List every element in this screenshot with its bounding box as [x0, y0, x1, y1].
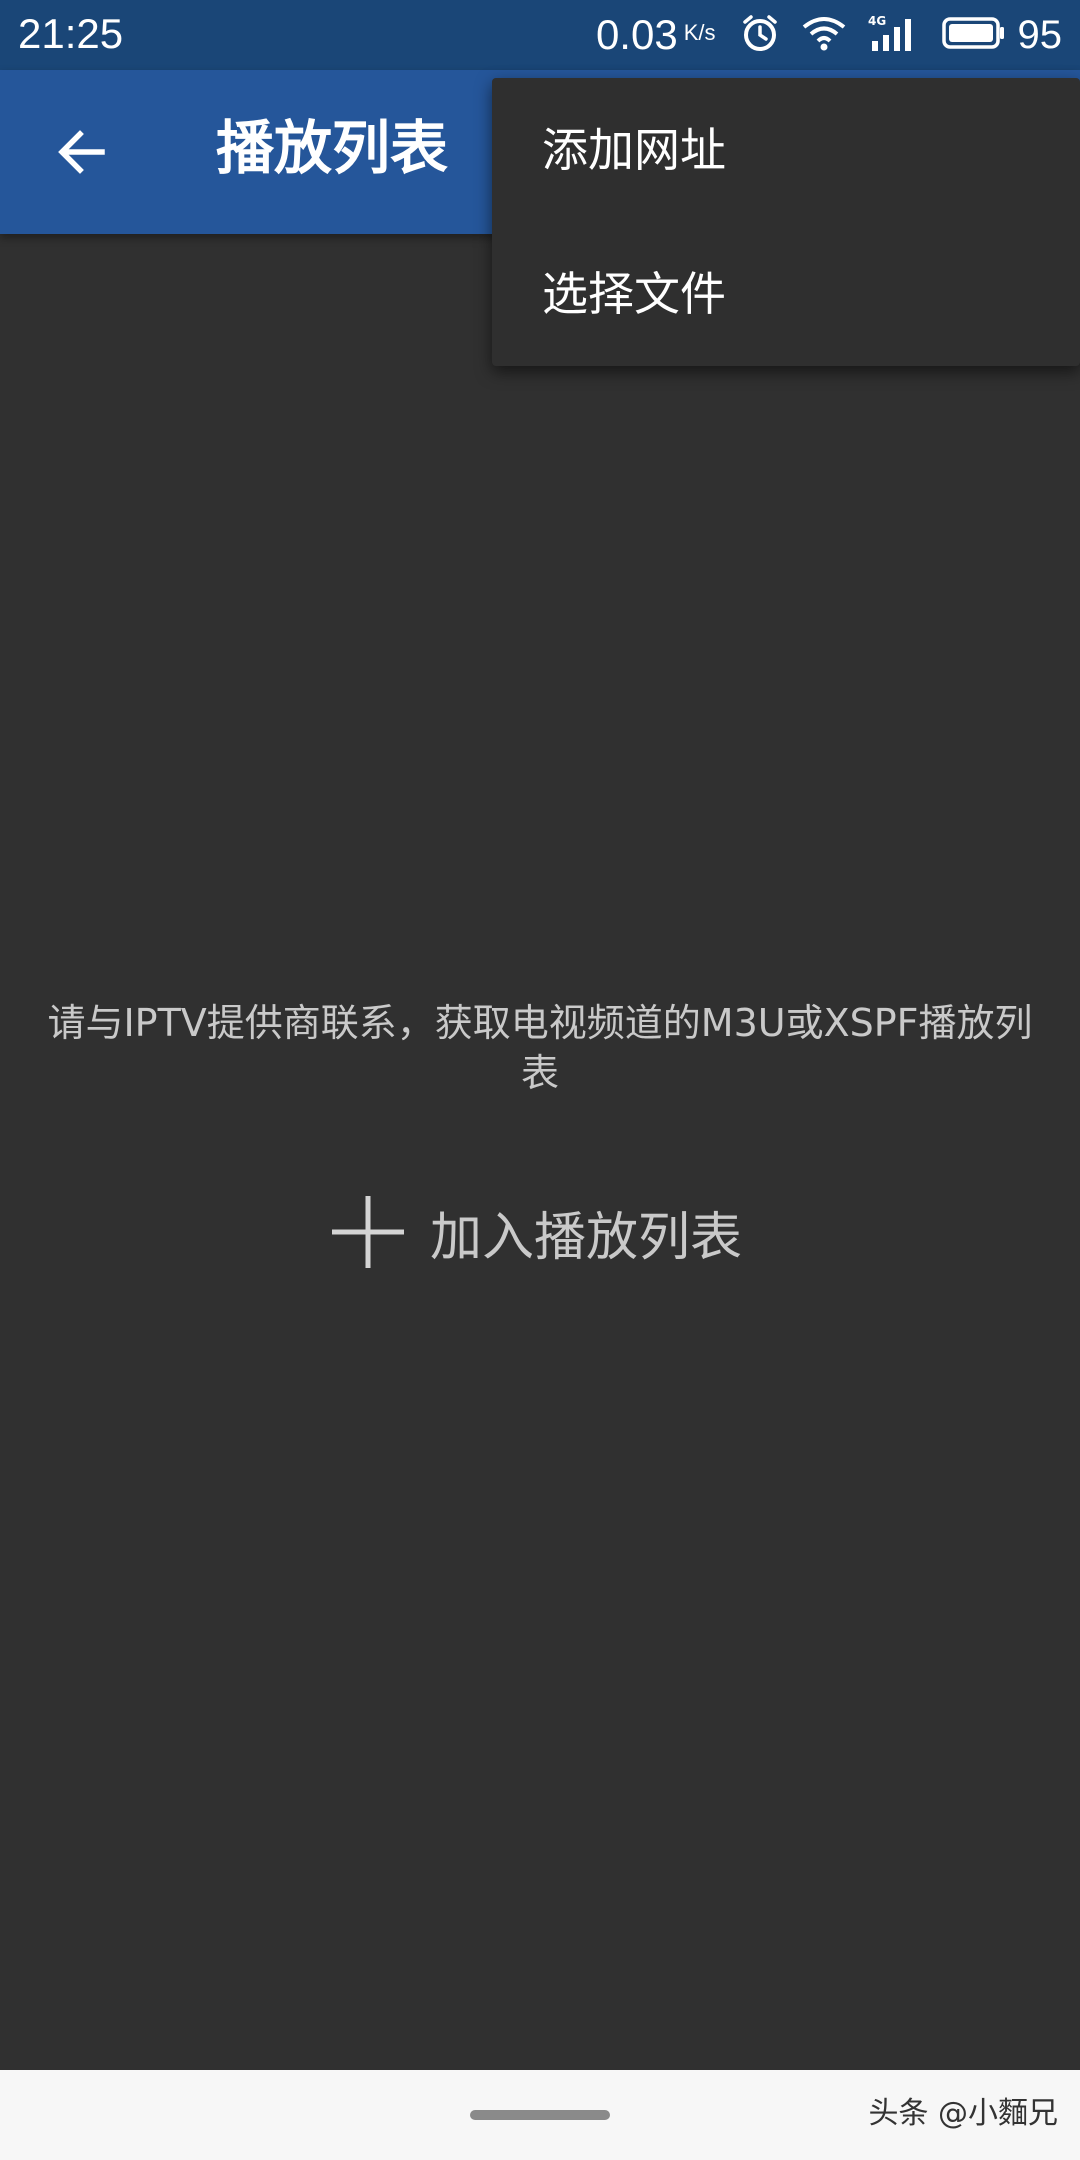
arrow-left-icon [58, 130, 105, 174]
page-title: 播放列表 [216, 114, 449, 182]
navigation-bar: 头条 @小麵兄 [0, 2070, 1080, 2160]
plus-icon [332, 1196, 404, 1268]
menu-item-label: 选择文件 [542, 267, 726, 321]
network-speed-unit: K/s [683, 20, 716, 45]
back-button[interactable] [44, 114, 120, 190]
menu-item-label: 添加网址 [542, 123, 726, 177]
watermark: 头条 @小麵兄 [868, 2096, 1058, 2131]
wifi-icon [802, 15, 846, 55]
status-time: 21:25 [18, 10, 124, 57]
overflow-menu: 添加网址 选择文件 [492, 78, 1080, 366]
menu-item-select-file[interactable]: 选择文件 [492, 222, 1080, 366]
add-playlist-label: 加入播放列表 [430, 1207, 743, 1268]
alarm-icon [740, 13, 780, 57]
menu-item-add-url[interactable]: 添加网址 [492, 78, 1080, 222]
network-speed: 0.03 [595, 11, 678, 58]
add-playlist-button[interactable]: 加入播放列表 [330, 1182, 742, 1282]
status-bar: 21:25 0.03 K/s 4G 95 [0, 0, 1080, 70]
status-indicators: 0.03 K/s 4G 95 [596, 0, 1062, 70]
network-type-label: 4G [868, 14, 886, 28]
signal-4g-icon: 4G [868, 13, 920, 57]
battery-icon [941, 16, 1006, 54]
empty-state-message: 请与IPTV提供商联系，获取电视频道的M3U或XSPF播放列表 [47, 1001, 1033, 1095]
battery-level: 95 [1017, 12, 1063, 57]
home-gesture-handle[interactable] [470, 2110, 610, 2120]
